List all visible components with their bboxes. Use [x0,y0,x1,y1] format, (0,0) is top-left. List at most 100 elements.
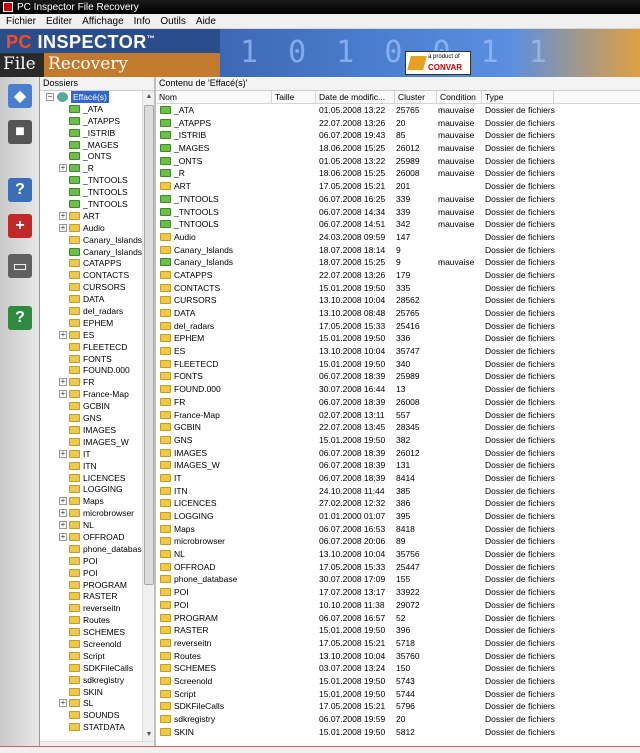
table-row[interactable]: SCHEMES 03.07.2008 13:24 150 Dossier de fic… [156,662,640,675]
expand-icon[interactable]: + [59,532,67,541]
table-row[interactable]: Script 15.01.2008 19:50 5744 Dossier de fic… [156,688,640,701]
tree-item[interactable]: SOUNDS [40,709,142,721]
table-row[interactable]: _TNTOOLS 06.07.2008 14:51 342 mauvaise Dossi… [156,218,640,231]
tree-item[interactable]: + ART [40,210,142,222]
tree-item[interactable]: sdkregistry [40,674,142,686]
table-row[interactable]: ART 17.05.2008 15:21 201 Dossier de fichier… [156,180,640,193]
tree-item[interactable]: + _R [40,162,142,174]
col-header-condition[interactable]: Condition [437,91,482,104]
table-row[interactable]: Routes 13.10.2008 10:04 35760 Dossier de fi… [156,650,640,663]
tree-item[interactable]: phone_databas [40,543,142,555]
table-row[interactable]: _ATAPPS 22.07.2008 13:26 20 mauvaise Dossier… [156,117,640,130]
scroll-down-icon[interactable]: ▼ [143,729,155,741]
table-row[interactable]: del_radars 17.05.2008 15:33 25416 Dossier d… [156,320,640,333]
tree-item[interactable]: _TNTOOLS [40,174,142,186]
table-row[interactable]: Screenold 15.01.2008 19:50 5743 Dossier de … [156,675,640,688]
menu-fichier[interactable]: Fichier [2,16,42,27]
collapse-icon[interactable]: − [46,93,54,101]
tree-item[interactable]: FOUND.000 [40,364,142,376]
tree-item[interactable]: EPHEM [40,317,142,329]
table-row[interactable]: FOUND.000 30.07.2008 16:44 13 Dossier de fi… [156,383,640,396]
tree-item[interactable]: FLEETECD [40,341,142,353]
open-drive-button[interactable]: ◆ [2,79,38,113]
col-header-type[interactable]: Type [482,91,554,104]
tree-item[interactable]: Canary_Islands [40,246,142,258]
tree-item[interactable]: Script [40,650,142,662]
table-row[interactable]: IMAGES 06.07.2008 18:39 26012 Dossier de fi… [156,447,640,460]
tree-item[interactable]: POI [40,555,142,567]
tree-item[interactable]: Screenold [40,638,142,650]
tree-item[interactable]: _ISTRIB [40,127,142,139]
table-row[interactable]: FR 06.07.2008 18:39 26008 Dossier de fichie… [156,396,640,409]
table-row[interactable]: reverseitn 17.05.2008 15:21 5718 Dossier de… [156,637,640,650]
table-row[interactable]: POI 17.07.2008 13:17 33922 Dossier de fichi… [156,586,640,599]
table-row[interactable]: ITN 24.10.2008 11:44 385 Dossier de fichier… [156,485,640,498]
tree-item[interactable]: FONTS [40,353,142,365]
expand-icon[interactable]: + [59,164,67,173]
table-row[interactable]: IMAGES_W 06.07.2008 18:39 131 Dossier de fi… [156,459,640,472]
tree-item[interactable]: _TNTOOLS [40,198,142,210]
tree-item[interactable]: _TNTOOLS [40,186,142,198]
tree-root-label[interactable]: Effacé(s) [71,91,109,103]
tree-item[interactable]: + NL [40,519,142,531]
table-row[interactable]: France-Map 02.07.2008 13:11 557 Dossier de … [156,409,640,422]
tree-item[interactable]: RASTER [40,590,142,602]
table-row[interactable]: FONTS 06.07.2008 18:39 25989 Dossier de fic… [156,370,640,383]
file-list[interactable]: _ATA 01.05.2008 13:22 25765 mauvaise Dossier… [156,104,640,753]
tree-item[interactable]: Routes [40,614,142,626]
col-header-cluster[interactable]: Cluster [395,91,437,104]
tree-item[interactable]: + ES [40,329,142,341]
tree-item[interactable]: POI [40,567,142,579]
table-row[interactable]: Canary_Islands 18.07.2008 18:14 9 Dossier d… [156,244,640,257]
menu-aide[interactable]: Aide [192,16,222,27]
table-row[interactable]: FLEETECD 15.01.2008 19:50 340 Dossier de fi… [156,358,640,371]
col-header-size[interactable]: Taille [272,91,316,104]
search-button[interactable]: ? [2,173,38,207]
tree-item[interactable]: IMAGES [40,424,142,436]
tree-item[interactable]: + microbrowser [40,507,142,519]
tree-item[interactable]: LICENCES [40,472,142,484]
tree-item[interactable]: + IT [40,448,142,460]
expand-icon[interactable]: + [59,509,67,518]
expand-icon[interactable]: + [59,223,67,232]
tree-item[interactable]: SCHEMES [40,626,142,638]
tree-item[interactable]: DATA [40,293,142,305]
table-row[interactable]: _TNTOOLS 06.07.2008 16:25 339 mauvaise Dossi… [156,193,640,206]
table-row[interactable]: phone_database 30.07.2008 17:09 155 Dossier… [156,573,640,586]
table-row[interactable]: DATA 13.10.2008 08:48 25765 Dossier de fich… [156,307,640,320]
tree-item[interactable]: LOGGING [40,483,142,495]
table-row[interactable]: RASTER 15.01.2008 19:50 396 Dossier de fich… [156,624,640,637]
tree-item[interactable]: STATDATA [40,721,142,733]
folder-tree[interactable]: − Effacé(s) _ATA _ATAPPS _ISTRIB _MAGES _ONT… [40,91,142,741]
col-header-name[interactable]: Nom [156,91,272,104]
table-row[interactable]: CATAPPS 22.07.2008 13:26 179 Dossier de fic… [156,269,640,282]
tree-item[interactable]: + OFFROAD [40,531,142,543]
tree-item[interactable]: del_radars [40,305,142,317]
tree-item[interactable]: SDKFileCalls [40,662,142,674]
tree-item[interactable]: ITN [40,460,142,472]
table-row[interactable]: _ISTRIB 06.07.2008 19:43 85 mauvaise Dossier… [156,129,640,142]
table-row[interactable]: OFFROAD 17.05.2008 15:33 25447 Dossier de f… [156,561,640,574]
table-row[interactable]: microbrowser 06.07.2008 20:06 89 Dossier de… [156,535,640,548]
table-row[interactable]: sdkregistry 06.07.2008 19:59 20 Dossier de … [156,713,640,726]
tree-item[interactable]: + Maps [40,495,142,507]
tree-root[interactable]: − Effacé(s) [40,91,142,103]
table-row[interactable]: _MAGES 18.06.2008 15:25 26012 mauvaise Dossi… [156,142,640,155]
table-row[interactable]: SKIN 15.01.2008 19:50 5812 Dossier de fichi… [156,726,640,739]
table-row[interactable]: ES 13.10.2008 10:04 35747 Dossier de fichie… [156,345,640,358]
tree-item[interactable]: CONTACTS [40,269,142,281]
table-row[interactable]: PROGRAM 06.07.2008 16:57 52 Dossier de fich… [156,612,640,625]
table-row[interactable]: IT 06.07.2008 18:39 8414 Dossier de fichier… [156,472,640,485]
tree-item[interactable]: CATAPPS [40,257,142,269]
tree-item[interactable]: CURSORS [40,281,142,293]
expand-icon[interactable]: + [59,330,67,339]
scroll-thumb[interactable] [144,105,154,585]
tree-item[interactable]: _MAGES [40,139,142,151]
table-row[interactable]: _ATA 01.05.2008 13:22 25765 mauvaise Dossier… [156,104,640,117]
tree-item[interactable]: Canary_Islands [40,234,142,246]
tree-item[interactable]: SKIN [40,686,142,698]
menu-info[interactable]: Info [130,16,157,27]
tree-item[interactable]: _ATA [40,103,142,115]
table-row[interactable]: EPHEM 15.01.2008 19:50 336 Dossier de fichi… [156,332,640,345]
expand-icon[interactable]: + [59,390,67,399]
